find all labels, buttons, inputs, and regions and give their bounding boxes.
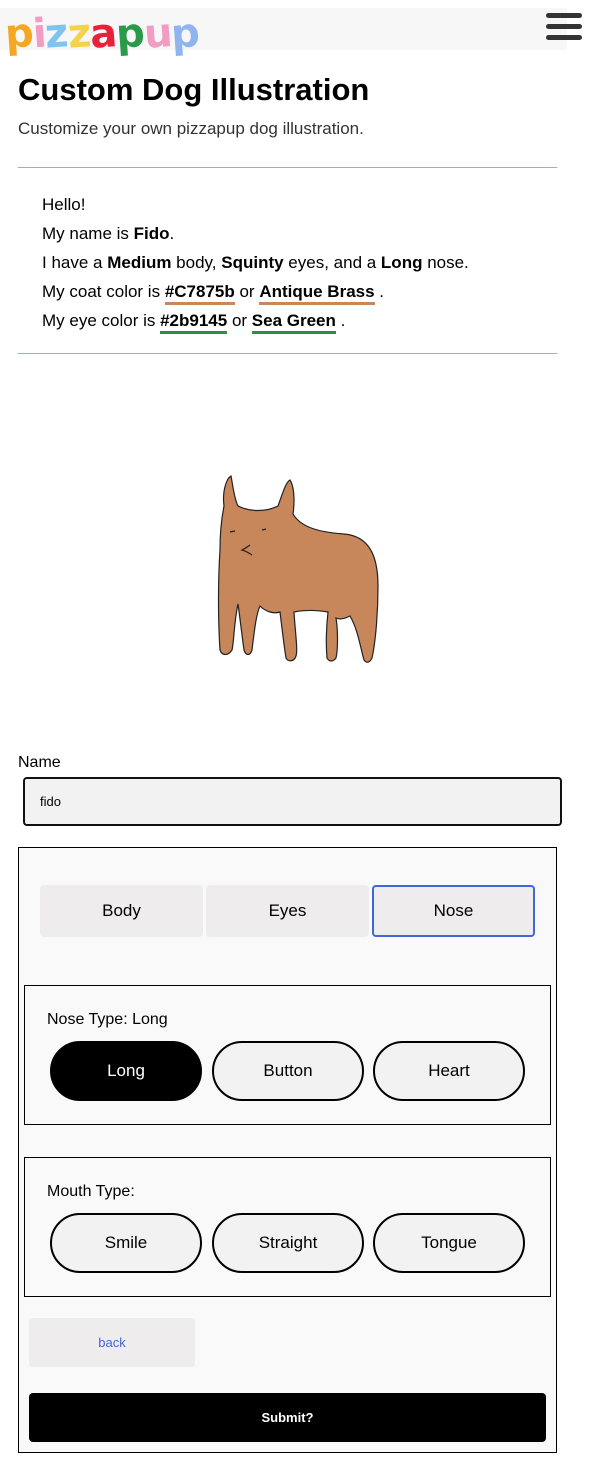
dog-intro: Hello! My name is Fido. I have a Medium … [42, 190, 469, 335]
intro-text: . [169, 224, 175, 243]
mouth-type-label: Mouth Type: [47, 1183, 135, 1200]
dog-illustration [217, 475, 379, 663]
hamburger-bar [546, 24, 582, 29]
hamburger-bar [546, 35, 582, 40]
eye-name-link[interactable]: Sea Green [251, 311, 336, 334]
mouth-option-straight[interactable]: Straight [212, 1213, 364, 1273]
page-subtitle: Customize your own pizzapup dog illustra… [18, 119, 364, 138]
coat-hex-link[interactable]: #C7875b [164, 282, 235, 305]
intro-text: My name is [42, 224, 134, 243]
mouth-option-tongue[interactable]: Tongue [373, 1213, 525, 1273]
intro-text: eyes, and a [283, 253, 381, 272]
coat-name-link[interactable]: Antique Brass [259, 282, 375, 305]
tab-body[interactable]: Body [40, 885, 203, 937]
intro-text: My eye color is [42, 311, 161, 330]
nose-option-heart[interactable]: Heart [373, 1041, 525, 1101]
submit-button[interactable]: Submit? [29, 1393, 546, 1442]
logo-letter: z [66, 10, 92, 58]
nose-type: Long [380, 253, 423, 272]
logo-letter: p [169, 10, 201, 58]
intro-text: or [234, 282, 260, 301]
tab-label: Body [102, 901, 141, 920]
nose-type-group: Nose Type: Long Long Button Heart [24, 985, 551, 1125]
name-input[interactable] [23, 777, 562, 826]
back-button[interactable]: back [29, 1318, 195, 1367]
mouth-type-group: Mouth Type: Smile Straight Tongue [24, 1157, 551, 1297]
logo-letter: u [141, 10, 173, 58]
logo-letter: a [88, 10, 118, 58]
mouth-option-smile[interactable]: Smile [50, 1213, 202, 1273]
option-label: Button [263, 1061, 313, 1080]
intro-coat-line: My coat color is #C7875b or Antique Bras… [42, 277, 469, 306]
option-label: Tongue [421, 1233, 477, 1252]
page-title: Custom Dog Illustration [18, 72, 370, 107]
eye-type: Squinty [221, 253, 284, 272]
option-label: Heart [428, 1061, 470, 1080]
tab-eyes[interactable]: Eyes [206, 885, 369, 937]
intro-text: . [374, 282, 385, 301]
option-label: Long [107, 1061, 145, 1080]
hamburger-bar [546, 13, 582, 18]
tab-nose[interactable]: Nose [372, 885, 535, 937]
intro-text: I have a [42, 253, 108, 272]
divider-bottom [18, 353, 557, 354]
intro-hello: Hello! [42, 195, 86, 214]
nose-type-label: Nose Type: Long [47, 1011, 168, 1028]
intro-text: body, [171, 253, 222, 272]
site-header: pizzapup [0, 8, 567, 58]
logo-letter: z [43, 10, 70, 58]
dog-name: Fido [133, 224, 170, 243]
intro-text: or [227, 311, 252, 330]
hamburger-icon[interactable] [546, 12, 582, 42]
intro-text: nose. [422, 253, 469, 272]
dog-body [217, 475, 379, 663]
logo-letter: p [114, 10, 146, 58]
logo-letter: p [3, 10, 35, 58]
intro-text: . [335, 311, 346, 330]
tab-label: Eyes [268, 901, 307, 920]
intro-text: My coat color is [42, 282, 165, 301]
intro-name-line: My name is Fido. [42, 219, 469, 248]
option-label: Smile [104, 1233, 148, 1252]
divider-top [18, 167, 557, 168]
eye-hex-link[interactable]: #2b9145 [160, 311, 228, 334]
nose-option-button[interactable]: Button [212, 1041, 364, 1101]
nose-option-long[interactable]: Long [50, 1041, 202, 1101]
pizzapup-logo[interactable]: pizzapup [3, 10, 201, 58]
body-type: Medium [107, 253, 172, 272]
option-label: Straight [258, 1233, 318, 1252]
intro-eye-line: My eye color is #2b9145 or Sea Green . [42, 306, 469, 335]
tab-label: Nose [433, 901, 474, 920]
name-label: Name [18, 754, 61, 771]
intro-features-line: I have a Medium body, Squinty eyes, and … [42, 248, 469, 277]
